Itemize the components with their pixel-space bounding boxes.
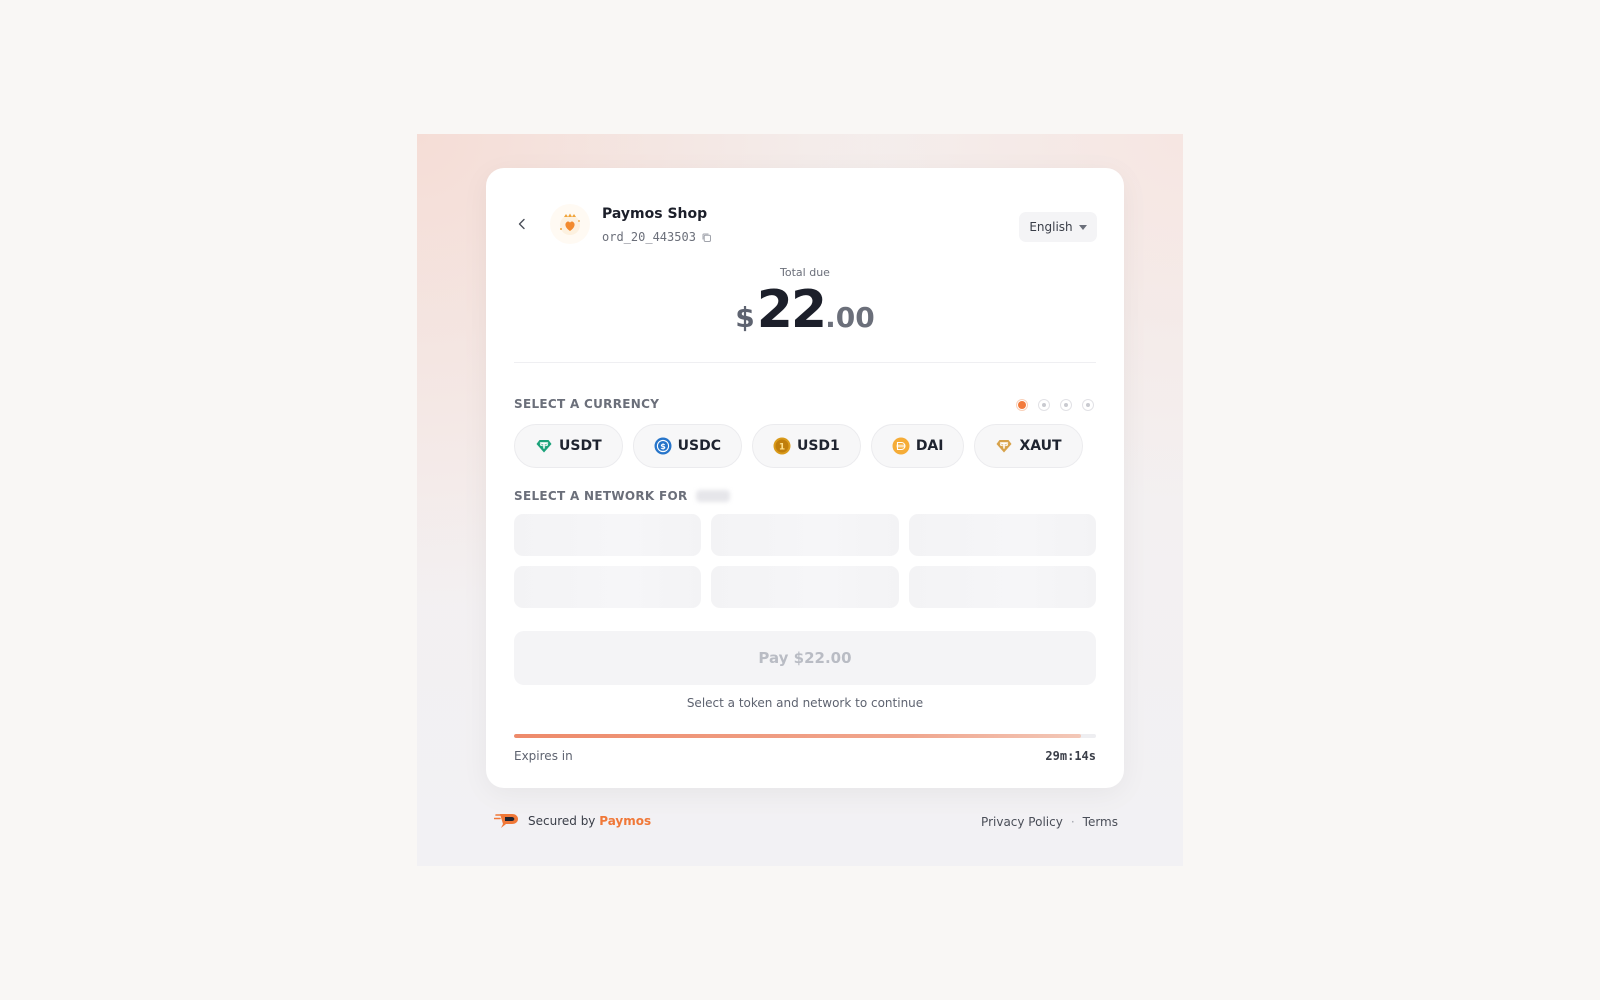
currency-pagination (1016, 399, 1094, 411)
copy-icon[interactable] (701, 232, 712, 243)
secured-by-text: Secured by (528, 814, 596, 828)
dai-icon (892, 437, 910, 455)
network-skeleton (711, 566, 899, 608)
order-id-row: ord_20_443503 (602, 230, 712, 244)
network-skeleton (711, 514, 899, 556)
usdc-icon: $ (654, 437, 672, 455)
back-button[interactable] (510, 212, 534, 236)
amount-currency-symbol: $ (735, 301, 755, 334)
select-network-label: SELECT A NETWORK FOR (514, 489, 730, 503)
expires-in-label: Expires in (514, 749, 573, 763)
token-label: USD1 (796, 438, 840, 454)
terms-link[interactable]: Terms (1083, 815, 1118, 829)
svg-text:1: 1 (779, 442, 785, 452)
footer-separator: · (1070, 815, 1075, 829)
caret-down-icon (1078, 224, 1087, 230)
pay-hint: Select a token and network to continue (686, 696, 924, 710)
divider (514, 362, 1096, 363)
chevron-left-icon (516, 218, 528, 230)
shop-heart-logo-icon (555, 209, 585, 239)
pagination-dot-3[interactable] (1060, 399, 1072, 411)
select-currency-label: SELECT A CURRENCY (514, 397, 660, 411)
network-options-loading (514, 514, 1096, 608)
token-label: USDT (559, 438, 602, 454)
select-network-text: SELECT A NETWORK FOR (514, 489, 688, 503)
token-dai-button[interactable]: DAI (870, 424, 965, 468)
token-xaut-button[interactable]: XAUT (974, 424, 1083, 468)
network-skeleton (908, 514, 1096, 556)
token-usdt-button[interactable]: USDT (514, 424, 623, 468)
pagination-dot-2[interactable] (1038, 399, 1050, 411)
token-usdc-button[interactable]: $ USDC (632, 424, 742, 468)
privacy-policy-link[interactable]: Privacy Policy (981, 815, 1063, 829)
usdt-icon (535, 437, 553, 455)
token-label: XAUT (1019, 438, 1062, 454)
svg-text:$: $ (660, 442, 666, 451)
total-amount: $ 22 .00 (486, 280, 1124, 340)
usd1-icon: 1 (773, 437, 791, 455)
secured-by: Secured by Paymos (494, 812, 651, 830)
expiry-countdown: 29m:14s (1045, 749, 1096, 763)
pagination-dot-1[interactable] (1016, 399, 1028, 411)
paymos-brand-link[interactable]: Paymos (599, 814, 651, 828)
pagination-dot-4[interactable] (1082, 399, 1094, 411)
expiry-progress-bar (514, 734, 1096, 738)
network-token-placeholder (695, 490, 730, 502)
shop-name: Paymos Shop (602, 206, 708, 222)
paymos-logo-icon (494, 812, 520, 830)
expiry-progress-fill (514, 734, 1082, 738)
pay-button[interactable]: Pay $22.00 (514, 631, 1096, 685)
network-skeleton (514, 514, 702, 556)
footer-links: Privacy Policy · Terms (981, 815, 1118, 829)
checkout-card: Paymos Shop ord_20_443503 English Total … (486, 168, 1124, 788)
language-value: English (1029, 220, 1073, 234)
amount-decimal: .00 (825, 301, 875, 334)
language-select[interactable]: English (1019, 212, 1097, 242)
shop-avatar (550, 204, 590, 244)
currency-options: USDT $ USDC 1 USD1 DAI XAUT (514, 424, 1083, 468)
network-skeleton (908, 566, 1096, 608)
token-label: USDC (677, 438, 721, 454)
order-id: ord_20_443503 (602, 230, 696, 244)
token-usd1-button[interactable]: 1 USD1 (751, 424, 861, 468)
amount-integer: 22 (756, 280, 827, 340)
token-label: DAI (915, 438, 944, 454)
xaut-icon (995, 437, 1013, 455)
network-skeleton (514, 566, 702, 608)
total-due-label: Total due (780, 266, 830, 279)
